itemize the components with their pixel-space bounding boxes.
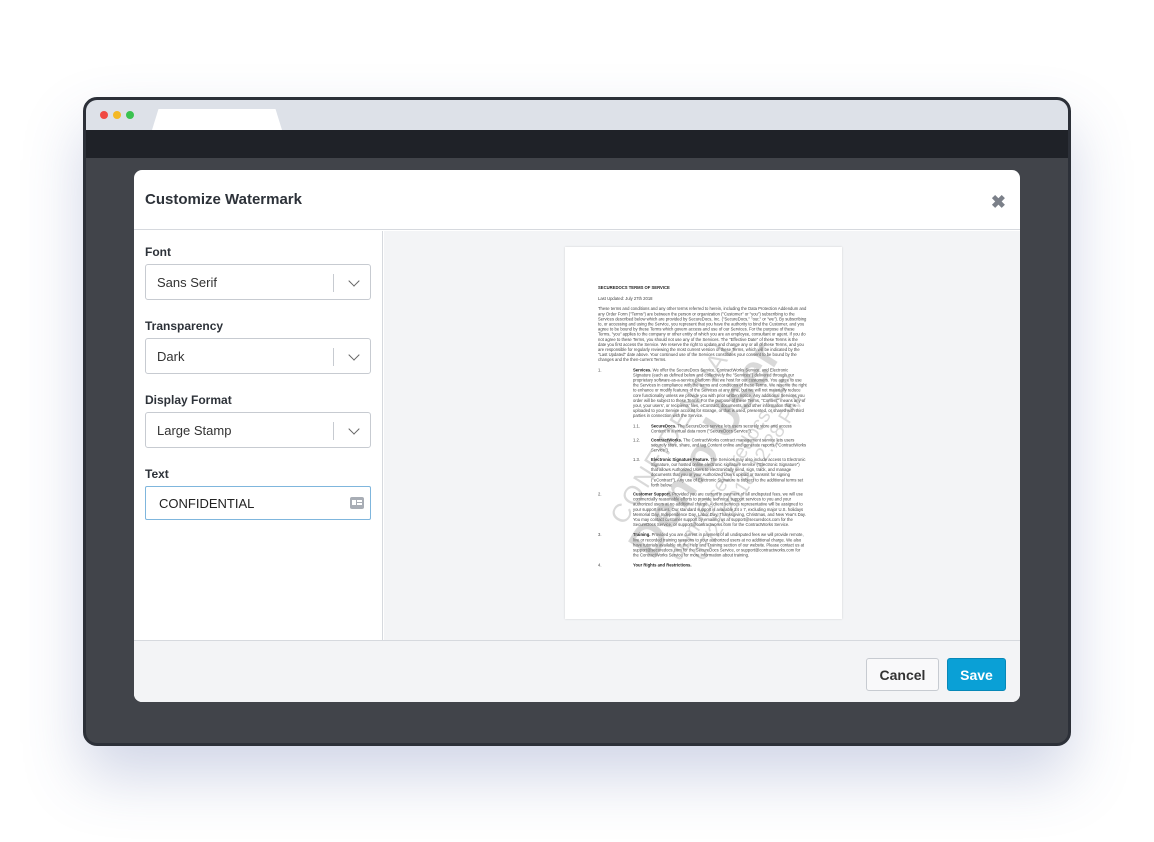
minimize-window-dot[interactable] <box>113 111 121 119</box>
display-format-value: Large Stamp <box>157 422 232 438</box>
dialog-title: Customize Watermark <box>145 191 302 208</box>
watermark-preview-area: SECUREDOCS TERMS OF SERVICE Last Updated… <box>384 231 1020 640</box>
font-select[interactable]: Sans Serif <box>145 264 371 300</box>
section-number: 1.1. <box>633 423 640 429</box>
section-number: 1. <box>598 367 602 373</box>
contact-card-icon[interactable] <box>350 497 364 509</box>
transparency-value: Dark <box>157 348 185 364</box>
transparency-select[interactable]: Dark <box>145 338 371 374</box>
text-label: Text <box>145 467 169 481</box>
font-label: Font <box>145 245 171 259</box>
dialog-footer: Cancel Save <box>134 640 1020 702</box>
font-value: Sans Serif <box>157 274 217 290</box>
browser-tab[interactable] <box>152 109 282 130</box>
chevron-down-icon <box>348 423 360 435</box>
select-divider <box>333 274 334 292</box>
dialog-header: Customize Watermark ✖ <box>134 170 1020 230</box>
cancel-button[interactable]: Cancel <box>866 658 939 691</box>
select-divider <box>333 348 334 366</box>
chevron-down-icon <box>348 349 360 361</box>
watermark-settings-panel: Font Sans Serif Transparency Dark Displa… <box>134 231 383 640</box>
close-icon[interactable]: ✖ <box>991 192 1006 213</box>
maximize-window-dot[interactable] <box>126 111 134 119</box>
app-navbar-dimmed <box>86 130 1068 158</box>
close-window-dot[interactable] <box>100 111 108 119</box>
display-format-select[interactable]: Large Stamp <box>145 412 371 448</box>
select-divider <box>333 422 334 440</box>
chevron-down-icon <box>348 275 360 287</box>
transparency-label: Transparency <box>145 319 224 333</box>
display-format-label: Display Format <box>145 393 232 407</box>
save-button[interactable]: Save <box>947 658 1006 691</box>
document-preview-page: SECUREDOCS TERMS OF SERVICE Last Updated… <box>565 247 842 619</box>
browser-tab-bar <box>86 100 1068 130</box>
watermark-text-input[interactable]: CONFIDENTIAL <box>145 486 371 520</box>
watermark-text-value: CONFIDENTIAL <box>159 495 255 511</box>
customize-watermark-dialog: Customize Watermark ✖ Font Sans Serif Tr… <box>134 170 1020 702</box>
